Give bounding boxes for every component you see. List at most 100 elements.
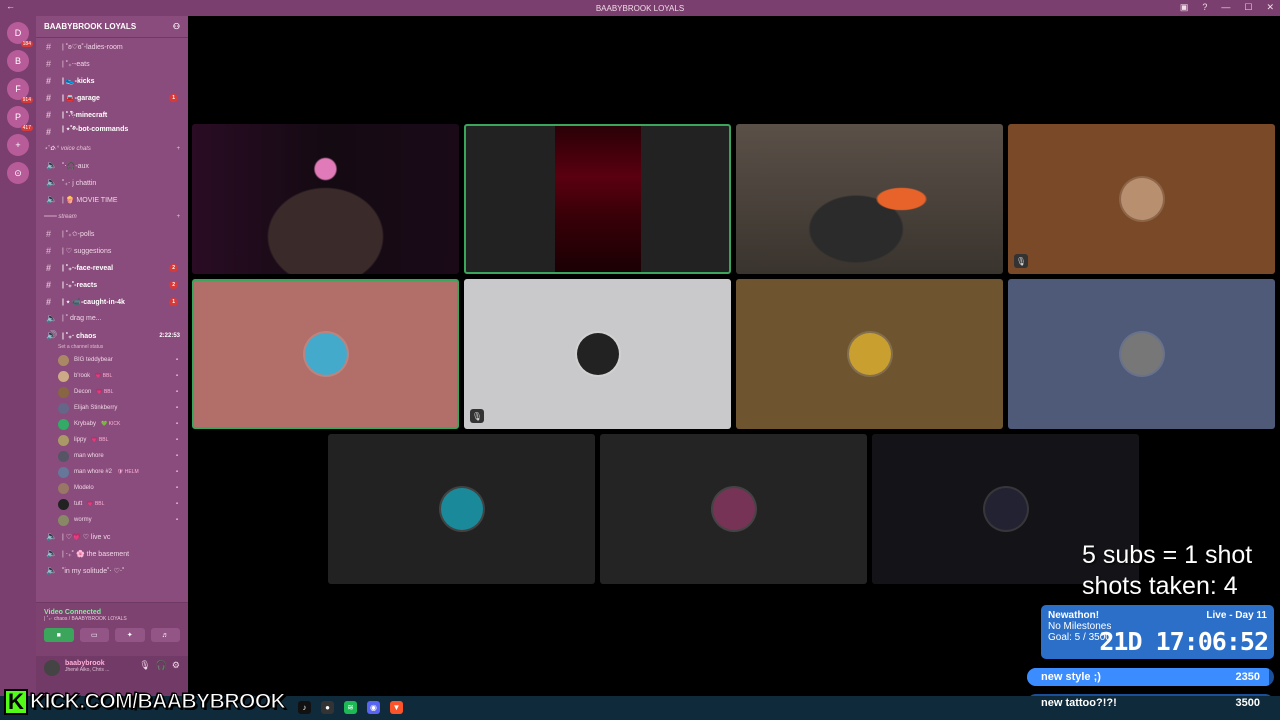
voice-channel[interactable]: 🔈 | 🍿 MOVIE TIME bbox=[36, 191, 188, 208]
voice-channel[interactable]: 🔈 | ‧₊˚ 🌸 the basement bbox=[36, 545, 188, 562]
speaker-icon: 🔈 bbox=[46, 565, 58, 575]
voice-user[interactable]: lippy 💗 BBL ▪ bbox=[36, 432, 188, 448]
close-button[interactable]: ✕ bbox=[1266, 2, 1274, 13]
obs-icon[interactable]: ● bbox=[321, 701, 334, 714]
user-name: baabybrook bbox=[65, 660, 105, 667]
speaker-icon: 🔈 bbox=[46, 548, 58, 558]
voice-connected-sub[interactable]: | ˚₊‧ chaos / BAABYBROOK LOYALS bbox=[44, 616, 180, 622]
participant-tile[interactable] bbox=[328, 434, 595, 584]
camera-status-icon: ▪ bbox=[175, 485, 178, 491]
shot-rule: 5 subs = 1 shot bbox=[1082, 541, 1253, 569]
voice-channel[interactable]: 🔈 | ˚ drag me... bbox=[36, 310, 188, 327]
server-icon[interactable]: + bbox=[7, 134, 29, 156]
text-channel[interactable]: # | ⋆˚࿔-bot-commands bbox=[36, 123, 188, 140]
participant-tile[interactable]: 🎙 bbox=[1008, 124, 1275, 274]
channel-name: | ‧₊˚ 🌸 the basement bbox=[62, 550, 130, 558]
active-voice-channel[interactable]: 🔊 | ˚₊‧ chaos 2:22:53 bbox=[36, 327, 188, 344]
participant-tile[interactable]: 🎙 bbox=[464, 279, 731, 429]
participant-tile[interactable] bbox=[192, 279, 459, 429]
voice-user[interactable]: wormy ▪ bbox=[36, 512, 188, 528]
server-icon[interactable]: F 914 bbox=[7, 78, 33, 103]
server-header[interactable]: BAABYBROOK LOYALS ⚇ bbox=[36, 16, 188, 38]
hash-icon: # bbox=[46, 262, 52, 273]
inbox-icon[interactable]: ▣ bbox=[1180, 2, 1189, 13]
text-channel[interactable]: # | ⋆ 📹-caught-in-4k 1 bbox=[36, 293, 188, 310]
activities-button[interactable]: ✦ bbox=[115, 628, 145, 642]
channel-status[interactable]: Set a channel status bbox=[36, 344, 188, 352]
voice-user[interactable]: b'rook 💗 BBL ▪ bbox=[36, 368, 188, 384]
voice-user[interactable]: BIG teddybear ▪ bbox=[36, 352, 188, 368]
category-stream[interactable]: ═══ stream + bbox=[36, 208, 188, 225]
text-channel[interactable]: # | 🚘-garage 1 bbox=[36, 89, 188, 106]
channel-name: | ˚₊‧-eats bbox=[62, 60, 90, 68]
voice-user[interactable]: man whore ▪ bbox=[36, 448, 188, 464]
screen-share-tile[interactable] bbox=[464, 124, 731, 274]
server-icon[interactable]: D 184 bbox=[7, 22, 33, 47]
title-bar: ← BAABYBROOK LOYALS ▣ ? — ☐ ✕ bbox=[0, 0, 1280, 16]
add-user-icon[interactable]: ⚇ bbox=[173, 22, 180, 31]
voice-user[interactable]: Elijah Stinkberry ▪ bbox=[36, 400, 188, 416]
brave-icon[interactable]: ▼ bbox=[390, 701, 403, 714]
camera-tile[interactable] bbox=[192, 124, 459, 274]
channel-name: | ♡ suggestions bbox=[62, 247, 112, 255]
voice-user[interactable]: Decon 💗 BBL ▪ bbox=[36, 384, 188, 400]
voice-user-name: wormy bbox=[74, 517, 92, 523]
voice-user[interactable]: Modelo ▪ bbox=[36, 480, 188, 496]
voice-user[interactable]: man whore #2 🛡 HELM ▪ bbox=[36, 464, 188, 480]
discord-icon[interactable]: ◉ bbox=[367, 701, 380, 714]
text-channel[interactable]: # | ˚˖𓍢ִ໋-minecraft bbox=[36, 106, 188, 123]
avatar bbox=[1120, 333, 1163, 375]
voice-channel[interactable]: 🔈 ˚in my solitude˚‧ ♡‧˚ bbox=[36, 562, 188, 579]
category-voice-chats[interactable]: ⋆˚✿˖° voice chats + bbox=[36, 140, 188, 157]
text-channel[interactable]: # | 👟-kicks bbox=[36, 72, 188, 89]
avatar bbox=[848, 333, 891, 375]
voice-channel[interactable]: 🔈 | ♡💗 ♡ live vc bbox=[36, 528, 188, 545]
user-tag: 💚 KICK bbox=[101, 421, 121, 427]
avatar bbox=[712, 488, 755, 530]
server-icon[interactable]: ⊙ bbox=[7, 162, 29, 184]
participant-tile[interactable] bbox=[736, 279, 1003, 429]
spotify-icon[interactable]: ≋ bbox=[344, 701, 357, 714]
soundboard-button[interactable]: ♬ bbox=[150, 628, 180, 642]
help-icon[interactable]: ? bbox=[1202, 2, 1207, 13]
add-channel-icon: + bbox=[176, 145, 180, 152]
text-channel[interactable]: # | ˚ʚ♡ɞ˚-ladies-room bbox=[36, 38, 188, 55]
server-icon[interactable]: B bbox=[7, 50, 29, 72]
text-channel[interactable]: # | ˚₊✩-polls bbox=[36, 225, 188, 242]
text-channel[interactable]: # | ˚₊‧-eats bbox=[36, 55, 188, 72]
hash-icon: # bbox=[46, 245, 52, 256]
hash-icon: # bbox=[46, 228, 52, 239]
voice-user[interactable]: Krybaby 💚 KICK ▪ bbox=[36, 416, 188, 432]
voice-channel[interactable]: 🔈 ˚‧🎧-aux bbox=[36, 157, 188, 174]
add-channel-icon: + bbox=[176, 213, 180, 220]
camera-tile[interactable] bbox=[736, 124, 1003, 274]
tiktok-icon[interactable]: ♪ bbox=[298, 701, 311, 714]
avatar bbox=[58, 354, 69, 366]
hash-icon: # bbox=[46, 41, 52, 52]
screen-share-button[interactable]: ▭ bbox=[79, 628, 109, 642]
user-tag: 💗 BBL bbox=[96, 389, 114, 395]
camera-status-icon: ▪ bbox=[175, 469, 178, 475]
window-title: BAABYBROOK LOYALS bbox=[595, 3, 685, 13]
text-channel[interactable]: # | ˚₊‧-face-reveal 2 bbox=[36, 259, 188, 276]
text-channel[interactable]: # | ♡ suggestions bbox=[36, 242, 188, 259]
voice-user-name: lippy bbox=[74, 437, 87, 443]
participant-tile[interactable] bbox=[1008, 279, 1275, 429]
voice-user-name: Krybaby bbox=[74, 421, 97, 427]
minimize-button[interactable]: — bbox=[1221, 2, 1230, 13]
camera-status-icon: ▪ bbox=[175, 389, 178, 395]
participant-tile[interactable] bbox=[600, 434, 867, 584]
back-icon[interactable]: ← bbox=[6, 1, 15, 11]
newathon-title: Newathon! bbox=[1048, 610, 1100, 621]
voice-channel[interactable]: 🔈 ˚₊‧ j chattin bbox=[36, 174, 188, 191]
speaker-icon: 🔈 bbox=[46, 531, 58, 541]
camera-button[interactable]: ■ bbox=[44, 628, 74, 642]
kick-url: KICK.COM/BAABYBROOK bbox=[29, 690, 286, 714]
server-icon[interactable]: P 417 bbox=[7, 106, 33, 131]
speaker-icon: 🔈 bbox=[46, 160, 58, 170]
speaker-icon: 🔈 bbox=[46, 313, 58, 323]
text-channel[interactable]: # | ‧₊˚-reacts 2 bbox=[36, 276, 188, 293]
avatar[interactable] bbox=[44, 660, 60, 676]
maximize-button[interactable]: ☐ bbox=[1244, 2, 1252, 13]
voice-user[interactable]: tutt 💗 BBL ▪ bbox=[36, 496, 188, 512]
